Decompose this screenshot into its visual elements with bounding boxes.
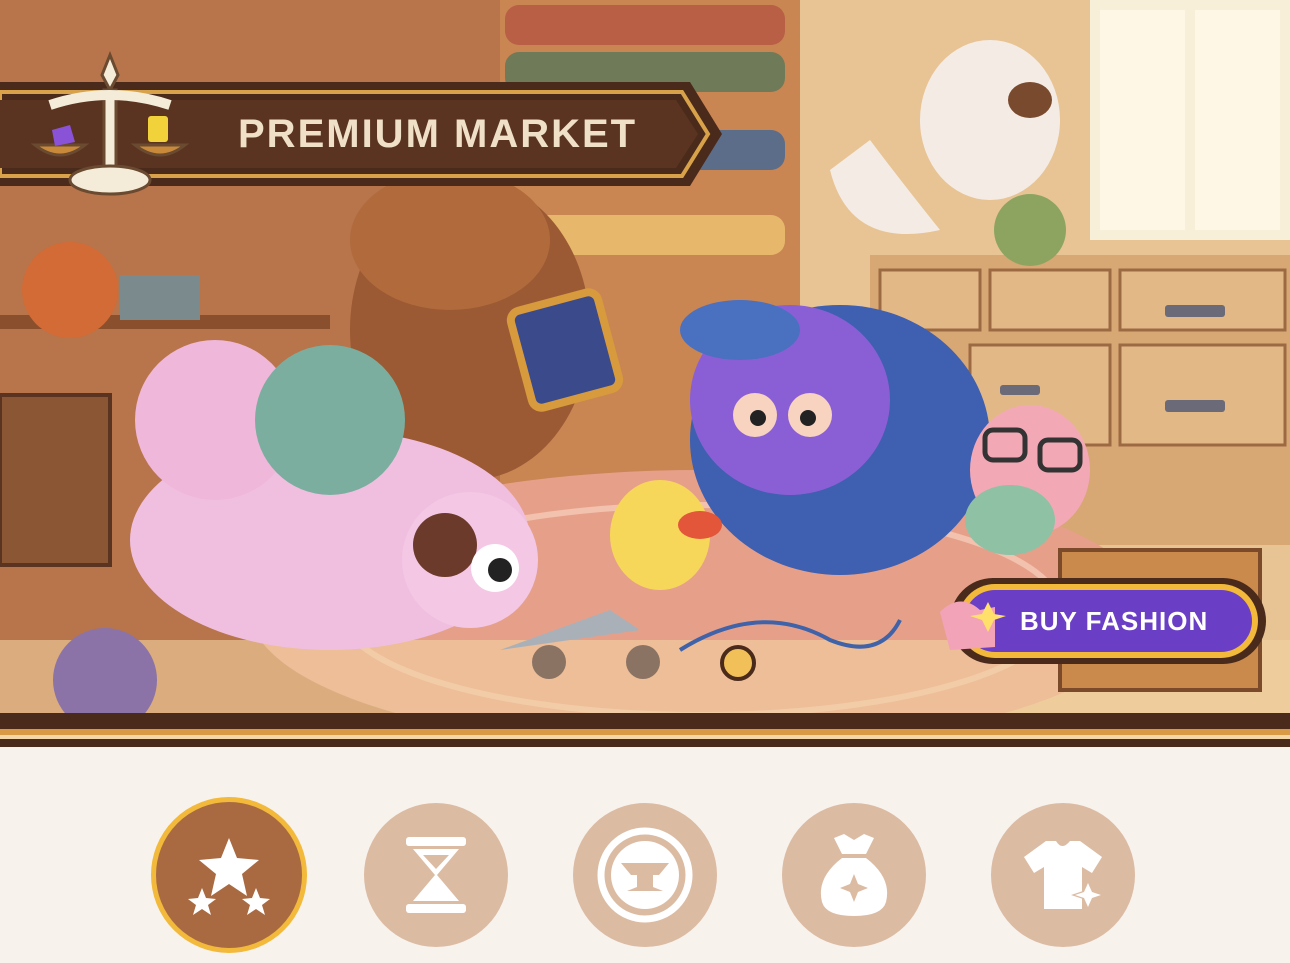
stars-icon xyxy=(188,838,270,915)
carousel-dot[interactable] xyxy=(532,645,566,679)
premium-market-banner[interactable]: PREMIUM MARKET BUY FASHION xyxy=(0,0,1290,713)
carousel-dot-active[interactable] xyxy=(720,645,756,681)
hourglass-icon xyxy=(406,837,466,913)
balance-scale-icon xyxy=(30,50,190,196)
anvil-icon xyxy=(597,827,693,923)
carousel-dot[interactable] xyxy=(626,645,660,679)
tab-anvil[interactable] xyxy=(573,803,717,947)
sparkle-bag-icon xyxy=(820,834,888,916)
shirt-sparkle-icon xyxy=(1024,841,1105,911)
tab-fashion[interactable] xyxy=(991,803,1135,947)
category-tab-bar xyxy=(0,797,1290,958)
tab-featured[interactable] xyxy=(151,797,307,953)
page-title: PREMIUM MARKET xyxy=(238,112,638,156)
buy-fashion-label: BUY FASHION xyxy=(1020,606,1209,636)
tab-limited-time[interactable] xyxy=(364,803,508,947)
tab-bundles[interactable] xyxy=(782,803,926,947)
banner-divider xyxy=(0,713,1290,747)
